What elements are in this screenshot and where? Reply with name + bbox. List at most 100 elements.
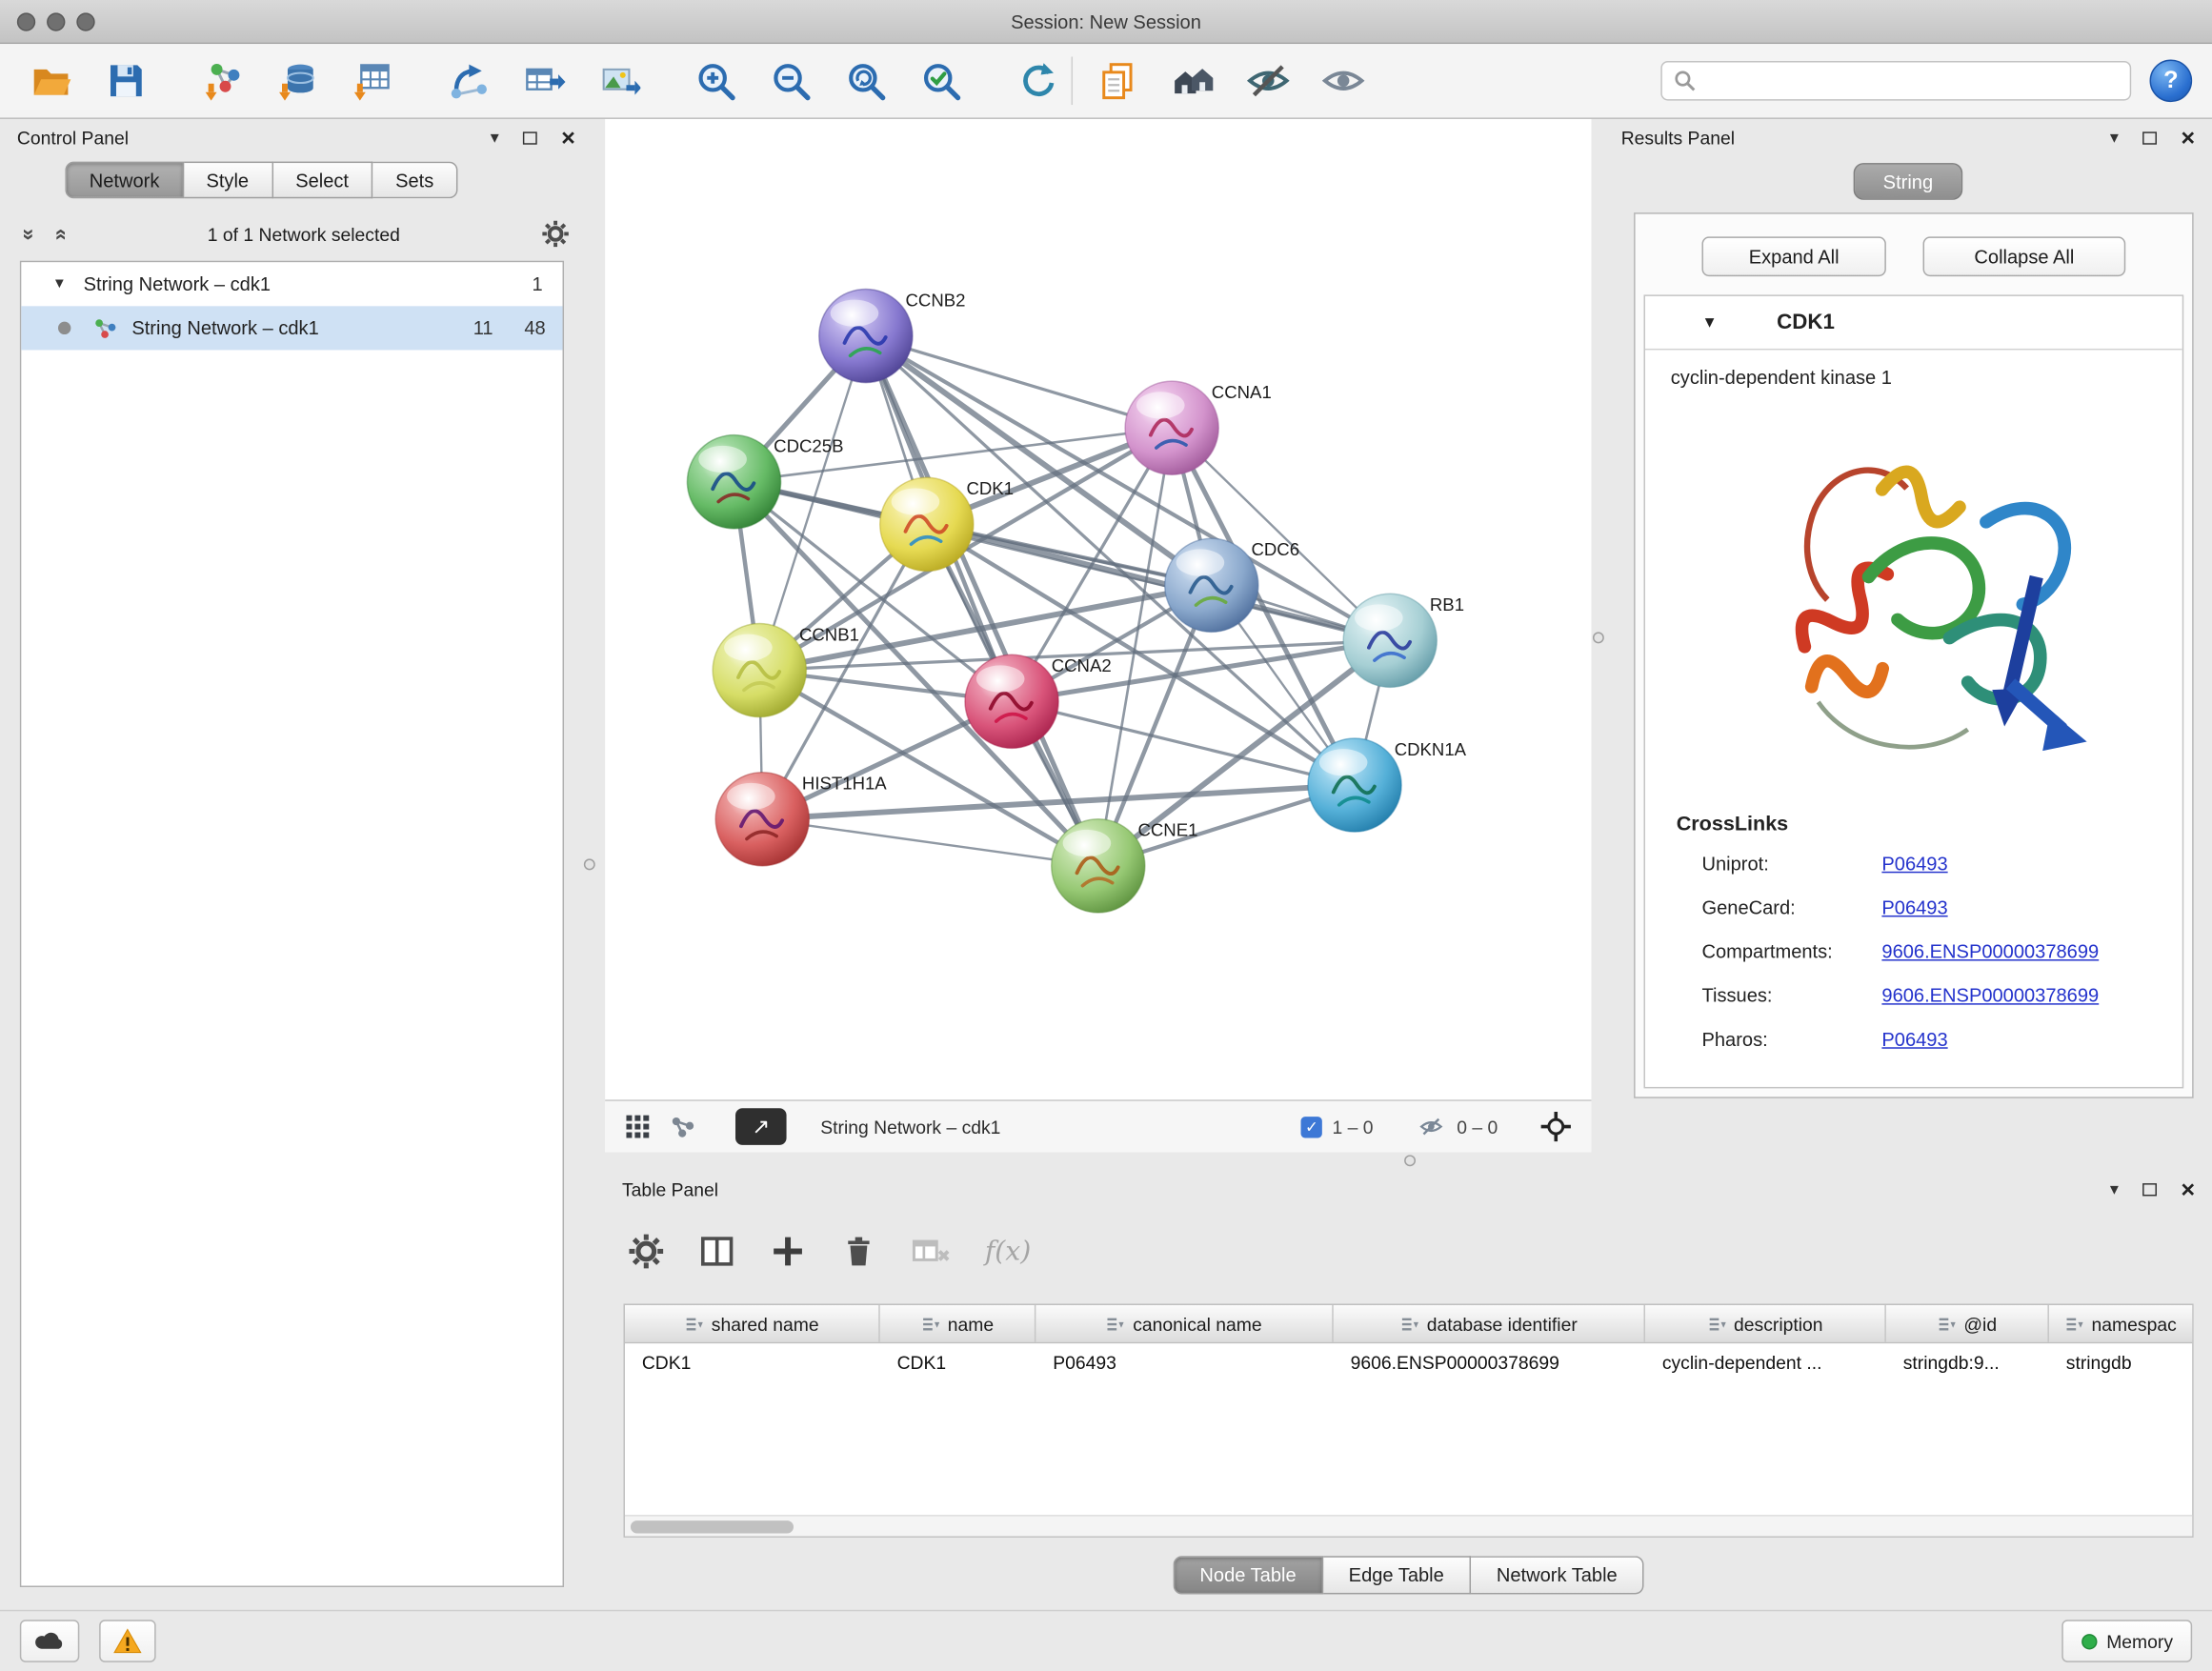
- network-node-hist1h1a[interactable]: HIST1H1A: [715, 773, 887, 866]
- add-column-icon[interactable]: [770, 1233, 807, 1270]
- zoom-in-button[interactable]: [684, 51, 746, 111]
- duplicate-network-button[interactable]: [1087, 51, 1149, 111]
- network-collection-row[interactable]: ▼ String Network – cdk1 1: [21, 262, 562, 306]
- crosslink-value[interactable]: 9606.ENSP00000378699: [1881, 941, 2099, 962]
- column-header[interactable]: namespac: [2049, 1305, 2192, 1342]
- network-small-icon[interactable]: [671, 1116, 696, 1138]
- export-table-button[interactable]: [513, 51, 574, 111]
- delete-column-trash-icon[interactable]: [840, 1233, 877, 1270]
- collapse-entry-icon[interactable]: ▼: [1701, 313, 1717, 331]
- expand-all-button[interactable]: Expand All: [1701, 236, 1885, 276]
- crosslink-value[interactable]: P06493: [1881, 853, 1947, 874]
- close-panel-icon[interactable]: ×: [2181, 126, 2195, 150]
- network-edge[interactable]: [866, 336, 1098, 866]
- protein-structure-image: [1722, 397, 2105, 795]
- tab-network-table[interactable]: Network Table: [1471, 1556, 1644, 1594]
- crosslink-value[interactable]: 9606.ENSP00000378699: [1881, 985, 2099, 1006]
- network-node-cdkn1a[interactable]: CDKN1A: [1308, 738, 1467, 832]
- network-edge[interactable]: [866, 336, 1172, 429]
- column-header[interactable]: canonical name: [1036, 1305, 1333, 1342]
- network-node-ccne1[interactable]: CCNE1: [1052, 819, 1198, 913]
- crosshair-icon[interactable]: [1540, 1111, 1572, 1142]
- panel-menu-icon[interactable]: ▾: [2110, 1180, 2119, 1198]
- float-panel-icon[interactable]: [2142, 131, 2157, 144]
- selected-checkbox-icon[interactable]: ✓: [1301, 1116, 1322, 1137]
- show-columns-icon[interactable]: [698, 1233, 735, 1270]
- collapse-all-button[interactable]: Collapse All: [1923, 236, 2126, 276]
- network-node-rb1[interactable]: RB1: [1343, 594, 1464, 687]
- float-panel-icon[interactable]: [2142, 1182, 2157, 1195]
- collapse-all-icon[interactable]: »: [18, 228, 39, 239]
- import-table-button[interactable]: [341, 51, 403, 111]
- close-panel-icon[interactable]: ×: [2181, 1177, 2195, 1200]
- column-header[interactable]: database identifier: [1334, 1305, 1645, 1342]
- column-header[interactable]: description: [1645, 1305, 1886, 1342]
- network-node-label: CCNA1: [1212, 382, 1272, 402]
- tab-string[interactable]: String: [1853, 163, 1962, 200]
- column-header[interactable]: name: [880, 1305, 1036, 1342]
- network-node-ccna1[interactable]: CCNA1: [1125, 381, 1272, 474]
- tab-select[interactable]: Select: [272, 162, 372, 199]
- open-session-button[interactable]: [20, 51, 82, 111]
- export-network-button[interactable]: [438, 51, 500, 111]
- detach-view-button[interactable]: ↗: [735, 1108, 787, 1145]
- gear-icon[interactable]: [541, 220, 570, 249]
- panel-menu-icon[interactable]: ▾: [2110, 129, 2119, 146]
- network-canvas[interactable]: CCNB2CCNA1CDC25BCDK1CDC6RB1CCNB1CCNA2CDK…: [605, 119, 1591, 1099]
- tab-network[interactable]: Network: [65, 162, 183, 199]
- cell-name[interactable]: CDK1: [880, 1343, 1036, 1380]
- float-panel-icon[interactable]: [523, 131, 537, 144]
- export-image-button[interactable]: [588, 51, 650, 111]
- left-splitter-handle[interactable]: [584, 858, 595, 870]
- table-settings-gear-icon[interactable]: [628, 1233, 665, 1270]
- warnings-button[interactable]: [99, 1620, 156, 1662]
- title-bar[interactable]: Session: New Session: [0, 0, 2212, 44]
- disclosure-triangle-icon[interactable]: ▼: [52, 276, 67, 292]
- network-node-ccnb2[interactable]: CCNB2: [819, 289, 966, 382]
- crosslink-value[interactable]: P06493: [1881, 1029, 1947, 1050]
- help-button[interactable]: ?: [2150, 59, 2193, 102]
- save-session-button[interactable]: [95, 51, 157, 111]
- home-button[interactable]: [1162, 51, 1224, 111]
- tab-node-table[interactable]: Node Table: [1173, 1556, 1323, 1594]
- cell-database-identifier[interactable]: 9606.ENSP00000378699: [1334, 1343, 1645, 1380]
- grid-view-icon[interactable]: [625, 1114, 651, 1139]
- zoom-out-button[interactable]: [759, 51, 821, 111]
- tab-style[interactable]: Style: [184, 162, 273, 199]
- zoom-fit-button[interactable]: [835, 51, 896, 111]
- import-network-from-file-button[interactable]: [191, 51, 253, 111]
- column-header[interactable]: shared name: [625, 1305, 880, 1342]
- import-network-from-database-button[interactable]: [267, 51, 329, 111]
- network-row-selected[interactable]: String Network – cdk1 11 48: [21, 306, 562, 350]
- cell-shared-name[interactable]: CDK1: [625, 1343, 880, 1380]
- horizontal-scrollbar[interactable]: [625, 1515, 2192, 1536]
- search-input[interactable]: [1704, 70, 2118, 91]
- crosslink-value[interactable]: P06493: [1881, 897, 1947, 918]
- close-panel-icon[interactable]: ×: [561, 126, 575, 150]
- cell-description[interactable]: cyclin-dependent ...: [1645, 1343, 1886, 1380]
- column-header[interactable]: @id: [1886, 1305, 2049, 1342]
- network-node-cdk1[interactable]: CDK1: [880, 477, 1014, 571]
- panel-menu-icon[interactable]: ▾: [491, 129, 499, 146]
- scrollbar-thumb[interactable]: [631, 1520, 794, 1533]
- right-splitter-handle[interactable]: [1593, 632, 1604, 643]
- network-node-ccna2[interactable]: CCNA2: [965, 654, 1112, 748]
- cell-namespace[interactable]: stringdb: [2049, 1343, 2192, 1380]
- table-row[interactable]: CDK1 CDK1 P06493 9606.ENSP00000378699 cy…: [625, 1343, 2192, 1380]
- expand-all-icon[interactable]: »: [50, 228, 70, 239]
- cell-id[interactable]: stringdb:9...: [1886, 1343, 2049, 1380]
- memory-button[interactable]: Memory: [2061, 1620, 2192, 1662]
- network-node-cdc6[interactable]: CDC6: [1165, 538, 1299, 632]
- refresh-button[interactable]: [1006, 51, 1068, 111]
- cloud-button[interactable]: [20, 1620, 79, 1662]
- hidden-eye-icon[interactable]: [1416, 1116, 1447, 1138]
- network-node-ccnb1[interactable]: CCNB1: [713, 624, 859, 717]
- horizontal-splitter-handle[interactable]: [1404, 1155, 1416, 1166]
- hide-graphics-details-button[interactable]: [1237, 51, 1299, 111]
- tab-sets[interactable]: Sets: [372, 162, 457, 199]
- cell-canonical-name[interactable]: P06493: [1036, 1343, 1333, 1380]
- zoom-selected-button[interactable]: [910, 51, 972, 111]
- show-graphics-details-button[interactable]: [1312, 51, 1374, 111]
- tab-edge-table[interactable]: Edge Table: [1323, 1556, 1471, 1594]
- network-edge[interactable]: [762, 819, 1098, 866]
